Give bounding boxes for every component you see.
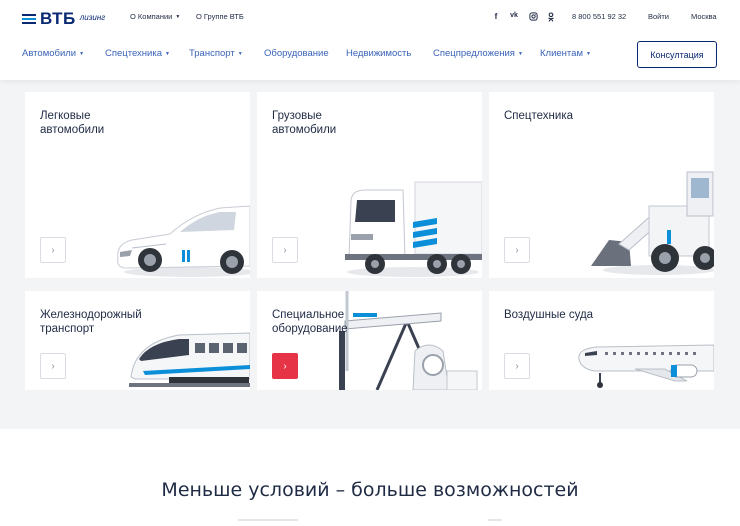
card-railway[interactable]: Железнодорожный транспорт › bbox=[25, 291, 250, 390]
nav-item-clients[interactable]: Клиентам ▼ bbox=[540, 48, 591, 59]
chevron-down-icon: ▼ bbox=[585, 50, 591, 57]
top-link-vtb-group[interactable]: О Группе ВТБ bbox=[196, 12, 244, 21]
nav-item-transport[interactable]: Транспорт ▼ bbox=[189, 48, 264, 59]
consultation-button[interactable]: Консултация bbox=[637, 41, 717, 68]
chevron-down-icon: ▼ bbox=[165, 50, 170, 57]
airplane-image bbox=[578, 344, 714, 388]
vk-icon[interactable]: vk bbox=[508, 12, 520, 19]
truck-image bbox=[345, 181, 482, 277]
nav-item-special-machinery[interactable]: Спецтехника ▼ bbox=[105, 48, 189, 59]
card-special-equipment[interactable]: Специальное оборудование › bbox=[257, 291, 482, 390]
section-divider bbox=[488, 519, 502, 521]
card-title: Воздушные суда bbox=[504, 309, 594, 321]
section-divider bbox=[238, 519, 298, 521]
facebook-icon[interactable]: f bbox=[490, 12, 502, 21]
logo-stripes-icon bbox=[22, 12, 36, 26]
section-heading: Меньше условий – больше возможностей bbox=[161, 479, 579, 501]
card-arrow-button[interactable]: › bbox=[504, 237, 530, 263]
catalog-section: Легковые автомобили › Грузовые автомобил… bbox=[0, 80, 740, 429]
nav-item-equipment[interactable]: Оборудование bbox=[264, 48, 346, 59]
chevron-down-icon: ▼ bbox=[237, 50, 243, 57]
nav-item-special-offers[interactable]: Спецпредложения ▼ bbox=[433, 48, 540, 59]
card-title: Грузовые автомобили bbox=[272, 110, 337, 136]
top-link-company[interactable]: О Компании ▼ bbox=[130, 12, 180, 21]
card-passenger-cars[interactable]: Легковые автомобили › bbox=[25, 92, 250, 278]
instagram-icon[interactable] bbox=[527, 12, 539, 23]
card-title: Железнодорожный транспорт bbox=[40, 309, 142, 335]
loader-image bbox=[591, 171, 714, 275]
card-arrow-button[interactable]: › bbox=[40, 353, 66, 379]
card-title: Спецтехника bbox=[504, 110, 573, 122]
card-arrow-button[interactable]: › bbox=[272, 353, 298, 379]
train-image bbox=[129, 332, 250, 387]
site-header: ВТБ лизинг О Компании ▼ О Группе ВТБ f v… bbox=[0, 0, 740, 80]
card-special-machinery[interactable]: Спецтехника › bbox=[489, 92, 714, 278]
logo-sub: лизинг bbox=[79, 12, 106, 22]
pumpjack-image bbox=[339, 291, 478, 390]
chevron-down-icon: ▼ bbox=[175, 13, 181, 20]
card-trucks[interactable]: Грузовые автомобили › bbox=[257, 92, 482, 278]
vtb-leasing-logo[interactable]: ВТБ лизинг bbox=[22, 9, 105, 29]
main-nav: Автомобили ▼ Спецтехника ▼ Транспорт ▼ Обор… bbox=[22, 48, 591, 59]
phone-number[interactable]: 8 800 551 92 32 bbox=[572, 12, 626, 21]
card-aircraft[interactable]: Воздушные суда › bbox=[489, 291, 714, 390]
nav-item-cars[interactable]: Автомобили ▼ bbox=[22, 48, 105, 59]
login-link[interactable]: Войти bbox=[648, 12, 669, 21]
card-arrow-button[interactable]: › bbox=[272, 237, 298, 263]
card-arrow-button[interactable]: › bbox=[504, 353, 530, 379]
card-title: Специальное оборудование bbox=[272, 309, 348, 335]
nav-item-real-estate[interactable]: Недвижимость bbox=[346, 48, 433, 59]
card-title: Легковые автомобили bbox=[40, 110, 105, 136]
logo-brand: ВТБ bbox=[40, 9, 76, 28]
card-arrow-button[interactable]: › bbox=[40, 237, 66, 263]
chevron-down-icon: ▼ bbox=[517, 50, 523, 57]
city-selector[interactable]: Москва bbox=[691, 12, 717, 21]
odnoklassniki-icon[interactable] bbox=[545, 12, 557, 24]
car-image bbox=[117, 205, 250, 277]
chevron-down-icon: ▼ bbox=[79, 50, 85, 57]
